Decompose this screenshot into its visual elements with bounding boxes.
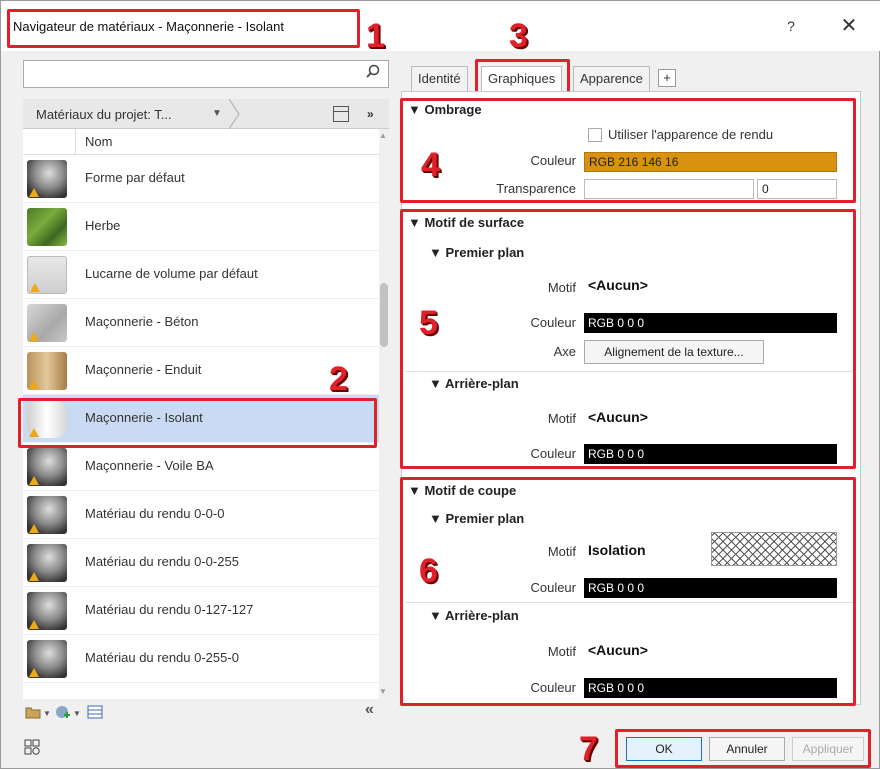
list-item-label: Maçonnerie - Enduit (85, 362, 202, 377)
tab-apparence[interactable]: Apparence (573, 66, 650, 91)
list-item[interactable]: Lucarne de volume par défaut (23, 251, 379, 299)
search-input[interactable] (23, 60, 389, 88)
library-folder-icon[interactable] (25, 705, 41, 722)
warning-icon (29, 668, 39, 677)
warning-icon (29, 524, 39, 533)
material-thumbnail (27, 304, 67, 342)
tab-identite[interactable]: Identité (411, 66, 468, 91)
list-item[interactable]: Maçonnerie - Voile BA (23, 443, 379, 491)
panel-toggle-icon[interactable] (87, 705, 103, 722)
close-button[interactable]: ✕ (834, 11, 864, 41)
warning-icon (30, 283, 40, 292)
annotation-number-2: 2 (329, 360, 348, 398)
list-item[interactable]: Maçonnerie - Béton (23, 299, 379, 347)
warning-icon (29, 332, 39, 341)
breadcrumb-separator-icon (228, 99, 240, 129)
list-item-label: Matériau du rendu 0-0-255 (85, 554, 239, 569)
annotation-box-1 (7, 9, 360, 48)
list-item-label: Herbe (85, 218, 121, 233)
warning-icon (29, 380, 39, 389)
list-item-label: Maçonnerie - Voile BA (85, 458, 214, 473)
annotation-number-7: 7 (579, 730, 598, 768)
library-toolbar: ▼ ▼ (23, 701, 389, 727)
list-item[interactable]: Matériau du rendu 0-127-127 (23, 587, 379, 635)
material-thumbnail (27, 544, 67, 582)
warning-icon (29, 476, 39, 485)
cancel-button[interactable]: Annuler (709, 737, 785, 761)
list-item-label: Maçonnerie - Béton (85, 314, 199, 329)
material-thumbnail (27, 352, 67, 390)
annotation-number-5: 5 (419, 304, 438, 342)
annotation-number-6: 6 (419, 552, 438, 590)
list-item-label: Lucarne de volume par défaut (85, 266, 258, 281)
list-scrollbar[interactable] (379, 129, 389, 699)
material-browser-window: Navigateur de matériaux - Maçonnerie - I… (0, 0, 880, 769)
tab-graphiques[interactable]: Graphiques (481, 66, 563, 91)
collapse-panel-button[interactable]: « (365, 701, 374, 719)
add-tab-button[interactable]: + (658, 69, 676, 87)
list-item[interactable]: Matériau du rendu 0-255-0 (23, 635, 379, 683)
annotation-box-4 (400, 98, 856, 203)
annotation-box-2 (18, 398, 377, 448)
list-item[interactable]: Matériau du rendu 0-0-255 (23, 539, 379, 587)
warning-icon (29, 188, 39, 197)
chevron-down-icon[interactable]: ▼ (73, 709, 81, 718)
panel-layout-icon[interactable] (333, 106, 349, 122)
double-chevron-right-icon[interactable]: » (367, 107, 374, 121)
list-item-label: Matériau du rendu 0-0-0 (85, 506, 225, 521)
chevron-down-icon[interactable]: ▼ (43, 709, 51, 718)
scroll-down-icon[interactable]: ▼ (379, 687, 387, 696)
annotation-number-1: 1 (366, 17, 385, 55)
material-thumbnail (27, 640, 67, 678)
annotation-box-5 (400, 209, 856, 469)
column-header-name[interactable]: Nom (85, 134, 112, 149)
list-item-label: Matériau du rendu 0-255-0 (85, 650, 239, 665)
annotation-box-6 (400, 477, 856, 706)
warning-icon (29, 572, 39, 581)
material-thumbnail (27, 208, 67, 246)
list-item[interactable]: Matériau du rendu 0-0-0 (23, 491, 379, 539)
show-hide-library-icon[interactable] (23, 738, 41, 756)
annotation-number-3: 3 (509, 17, 528, 55)
list-item[interactable]: Forme par défaut (23, 155, 379, 203)
ok-button[interactable]: OK (626, 737, 702, 761)
material-thumbnail (27, 256, 67, 294)
apply-button[interactable]: Appliquer (792, 737, 864, 761)
list-header (23, 129, 379, 155)
annotation-number-4: 4 (421, 146, 440, 184)
search-icon[interactable] (363, 64, 383, 84)
new-material-icon[interactable] (55, 705, 71, 724)
material-thumbnail (27, 496, 67, 534)
list-header-divider (75, 129, 76, 155)
scroll-up-icon[interactable]: ▲ (379, 131, 387, 140)
help-button[interactable]: ? (779, 14, 803, 38)
list-item[interactable]: Herbe (23, 203, 379, 251)
warning-icon (29, 620, 39, 629)
list-item-label: Matériau du rendu 0-127-127 (85, 602, 254, 617)
chevron-down-icon[interactable]: ▼ (212, 108, 222, 119)
breadcrumb-label[interactable]: Matériaux du projet: T... (36, 107, 172, 122)
list-item[interactable]: Maçonnerie - Enduit (23, 347, 379, 395)
material-thumbnail (27, 448, 67, 486)
list-scrollbar-thumb[interactable] (380, 283, 388, 347)
material-thumbnail (27, 160, 67, 198)
list-item-label: Forme par défaut (85, 170, 185, 185)
material-thumbnail (27, 592, 67, 630)
